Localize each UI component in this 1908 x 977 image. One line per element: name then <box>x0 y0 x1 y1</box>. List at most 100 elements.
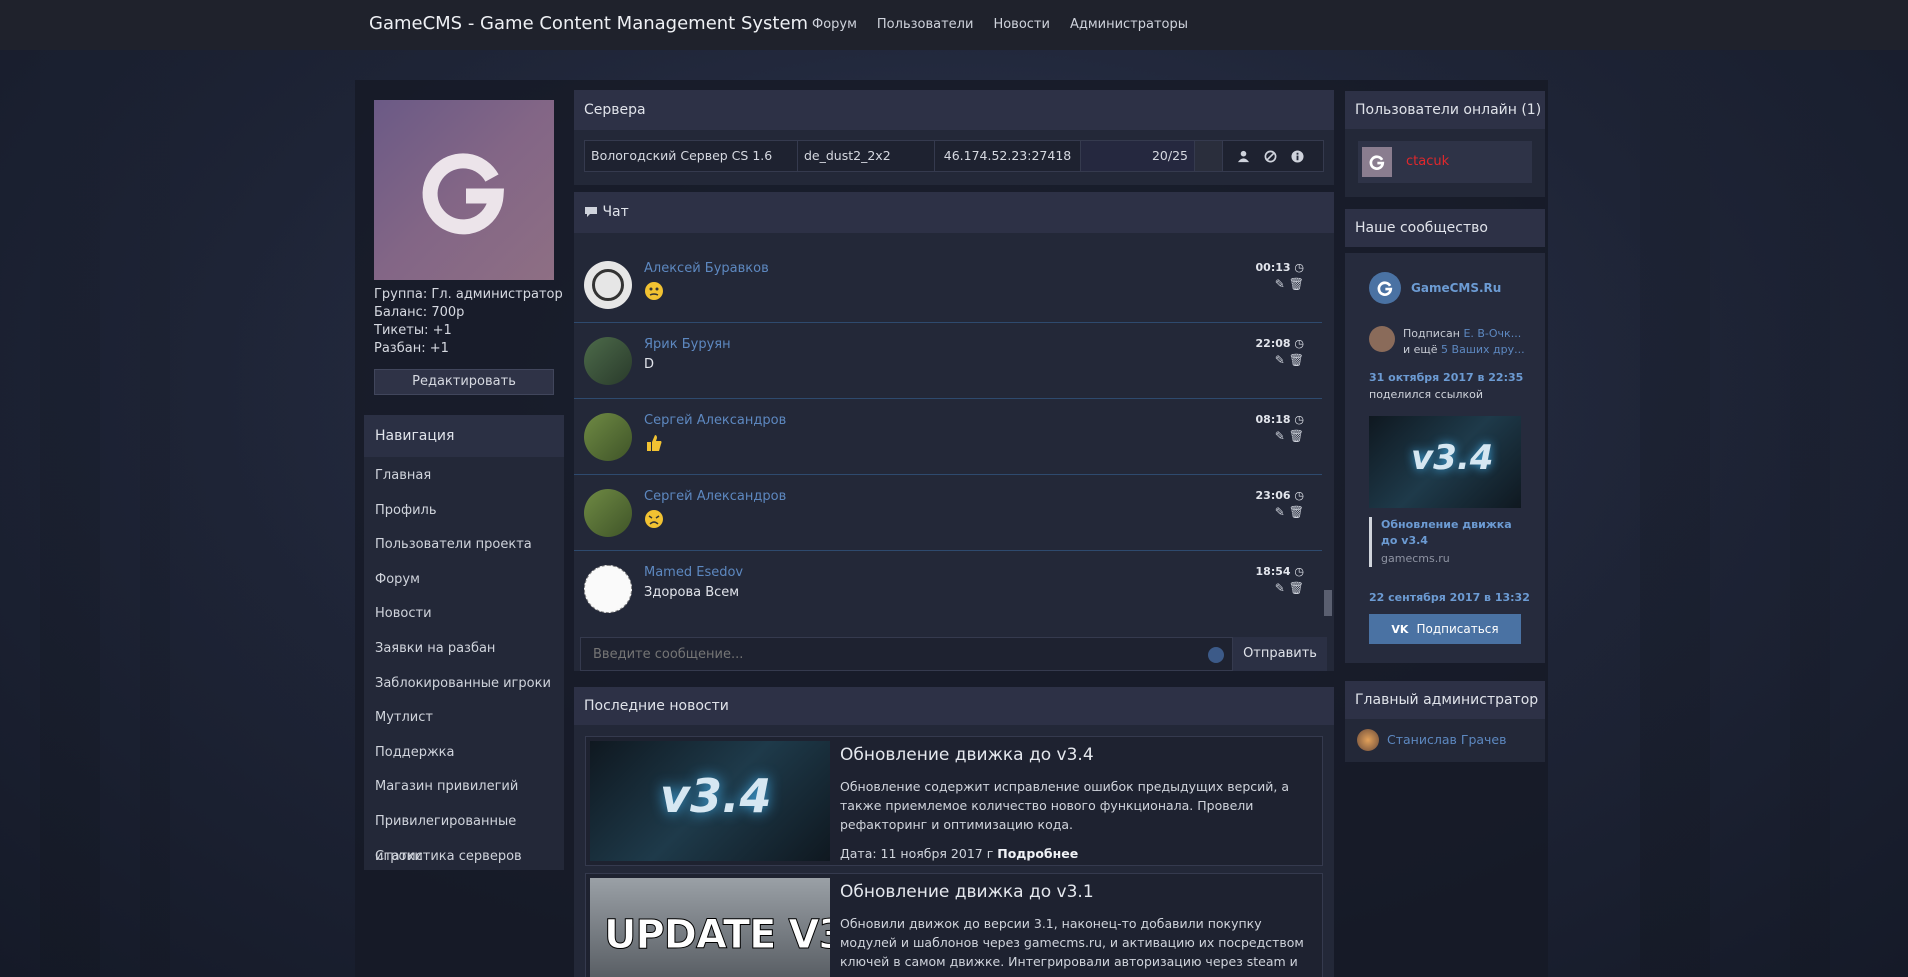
send-button[interactable]: Отправить <box>1233 637 1327 671</box>
pencil-icon[interactable]: ✎ <box>1275 277 1285 291</box>
vk-subscribe-button[interactable]: VK Подписаться <box>1369 614 1521 644</box>
avatar[interactable] <box>1369 272 1401 304</box>
pencil-icon[interactable]: ✎ <box>1275 581 1285 595</box>
chat-author[interactable]: Алексей Буравков <box>644 261 769 276</box>
nav-item-privilege-shop[interactable]: Магазин привилегий <box>364 770 564 805</box>
site-title[interactable]: GameCMS - Game Content Management System <box>369 13 808 34</box>
vk-post-image[interactable]: v3.4 <box>1369 416 1521 508</box>
avatar[interactable] <box>584 413 632 461</box>
vk-subscribed-more: и ещё 5 Ваших дру... <box>1403 343 1525 356</box>
vk-group-name[interactable]: GameCMS.Ru <box>1411 281 1501 295</box>
info-icon[interactable] <box>1291 149 1304 163</box>
gamecms-logo-icon <box>422 153 505 235</box>
avatar[interactable] <box>1357 729 1379 751</box>
vk-post-date[interactable]: 31 октября 2017 в 22:35 <box>1369 371 1523 384</box>
server-ip[interactable]: 46.174.52.23:27418 <box>935 141 1081 171</box>
trash-icon[interactable]: 🗑 <box>1289 505 1304 519</box>
chat-scrollbar[interactable] <box>1324 590 1332 616</box>
nav-item-home[interactable]: Главная <box>364 459 564 494</box>
trash-icon[interactable]: 🗑 <box>1289 429 1304 443</box>
chat-tools: ✎ 🗑 <box>1275 505 1304 519</box>
avatar[interactable] <box>584 489 632 537</box>
topnav-users[interactable]: Пользователи <box>877 17 974 32</box>
online-username[interactable]: ctacuk <box>1406 154 1449 169</box>
pencil-icon[interactable]: ✎ <box>1275 353 1285 367</box>
topnav-forum[interactable]: Форум <box>812 17 857 32</box>
gamecms-logo-icon <box>1377 281 1393 296</box>
topnav-admins[interactable]: Администраторы <box>1070 17 1188 32</box>
angry-emoji-icon <box>644 509 664 533</box>
trash-icon[interactable]: 🗑 <box>1289 353 1304 367</box>
topnav-news[interactable]: Новости <box>993 17 1050 32</box>
server-row[interactable]: Вологодский Сервер CS 1.6 de_dust2_2x2 4… <box>584 140 1324 172</box>
nav-item-profile[interactable]: Профиль <box>364 494 564 529</box>
avatar <box>1362 147 1392 177</box>
chat-message: Алексей Буравков 00:13 ◷ ✎ 🗑 <box>574 247 1322 323</box>
chat-message: Сергей Александров 08:18 ◷ ✎ 🗑 <box>574 399 1322 475</box>
nav-item-unban-requests[interactable]: Заявки на разбан <box>364 632 564 667</box>
chat-tools: ✎ 🗑 <box>1275 429 1304 443</box>
trash-icon[interactable]: 🗑 <box>1289 581 1304 595</box>
online-panel: ctacuk <box>1345 129 1545 197</box>
admin-panel: Станислав Грачев <box>1345 719 1545 762</box>
clock-icon: ◷ <box>1294 565 1304 578</box>
chat-message-input[interactable] <box>580 637 1233 671</box>
profile-unban: Разбан: +1 <box>374 341 449 356</box>
server-players-bar <box>1195 141 1223 171</box>
news-item-title[interactable]: Обновление движка до v3.4 <box>840 745 1094 765</box>
clock-icon: ◷ <box>1294 489 1304 502</box>
thumbs-up-emoji-icon <box>644 433 664 457</box>
profile-balance: Баланс: 700р <box>374 305 465 320</box>
chat-author[interactable]: Сергей Александров <box>644 413 786 428</box>
chat-tools: ✎ 🗑 <box>1275 277 1304 291</box>
admin-name[interactable]: Станислав Грачев <box>1387 732 1507 747</box>
news-image-text: UPDATE V3.1 <box>603 912 830 959</box>
avatar[interactable] <box>584 565 632 613</box>
chat-author[interactable]: Ярик Буруян <box>644 337 731 352</box>
nav-item-project-users[interactable]: Пользователи проекта <box>364 528 564 563</box>
news-item-title[interactable]: Обновление движка до v3.1 <box>840 882 1094 902</box>
profile-avatar[interactable] <box>374 100 554 280</box>
chat-author[interactable]: Mamed Esedov <box>644 565 743 580</box>
chat-bubble-icon <box>585 207 597 217</box>
online-user[interactable]: ctacuk <box>1358 141 1532 183</box>
nav-item-privileged-players[interactable]: Привилегированные игроки <box>364 805 564 864</box>
smiley-icon[interactable] <box>1208 647 1224 663</box>
nav-item-support[interactable]: Поддержка <box>364 736 564 771</box>
news-image[interactable]: v3.4 <box>590 741 830 861</box>
navigation-panel: Навигация Главная Профиль Пользователи п… <box>364 415 564 870</box>
top-navbar: GameCMS - Game Content Management System… <box>0 0 1908 50</box>
vk-subscribed-line: Подписан Е. В-Очк... <box>1403 327 1522 340</box>
read-more-link[interactable]: Подробнее <box>997 846 1078 861</box>
admin-title: Главный администратор <box>1345 681 1545 719</box>
chat-time: 00:13 ◷ <box>1255 261 1304 274</box>
news-image[interactable]: UPDATE V3.1 <box>590 878 830 977</box>
nav-item-mutelist[interactable]: Мутлист <box>364 701 564 736</box>
vk-link-domain: gamecms.ru <box>1381 552 1450 565</box>
nav-item-forum[interactable]: Форум <box>364 563 564 598</box>
chat-author[interactable]: Сергей Александров <box>644 489 786 504</box>
avatar[interactable] <box>584 261 632 309</box>
chat-time: 23:06 ◷ <box>1255 489 1304 502</box>
nav-item-banned-players[interactable]: Заблокированные игроки <box>364 667 564 702</box>
vk-post-image-text: v3.4 <box>1411 438 1494 478</box>
ban-icon[interactable] <box>1264 150 1277 163</box>
clock-icon: ◷ <box>1294 337 1304 350</box>
confused-emoji-icon <box>644 281 664 305</box>
nav-item-news[interactable]: Новости <box>364 597 564 632</box>
pencil-icon[interactable]: ✎ <box>1275 429 1285 443</box>
vk-link-bar <box>1369 517 1372 567</box>
clock-icon: ◷ <box>1294 413 1304 426</box>
user-icon[interactable] <box>1237 150 1250 163</box>
avatar <box>1369 326 1395 352</box>
edit-profile-button[interactable]: Редактировать <box>374 369 554 395</box>
server-name[interactable]: Вологодский Сервер CS 1.6 <box>585 141 798 171</box>
trash-icon[interactable]: 🗑 <box>1289 277 1304 291</box>
avatar[interactable] <box>584 337 632 385</box>
pencil-icon[interactable]: ✎ <box>1275 505 1285 519</box>
vk-link-title[interactable]: Обновление движка до v3.4 <box>1381 517 1521 549</box>
nav-item-server-stats[interactable]: Статистика серверов <box>364 840 564 875</box>
vk-next-date[interactable]: 22 сентября 2017 в 13:32 <box>1369 591 1530 604</box>
chat-header: Чат <box>574 192 1334 233</box>
top-nav: Форум Пользователи Новости Администратор… <box>812 17 1188 32</box>
